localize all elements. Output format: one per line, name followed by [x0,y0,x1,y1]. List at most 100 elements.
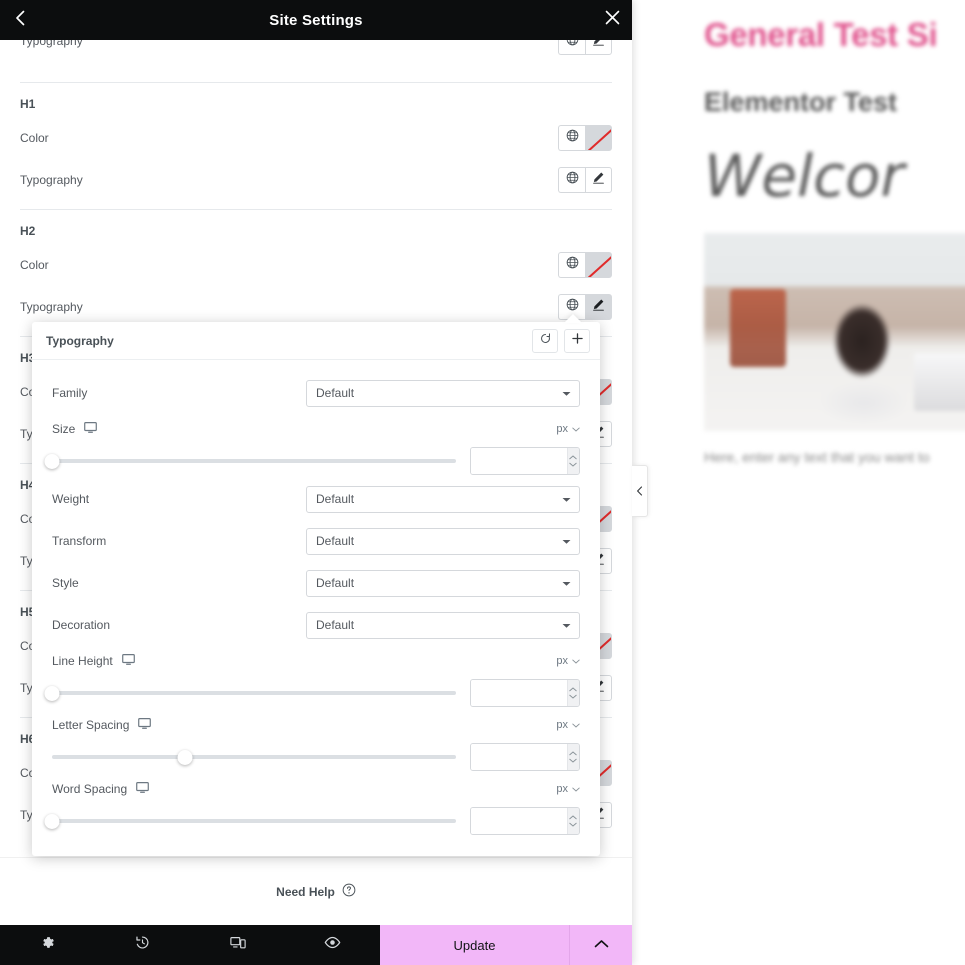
plus-icon [571,332,584,350]
field-letter-spacing-header: Letter Spacing px [52,710,580,740]
field-label-group: Size [52,422,98,436]
field-label-group: Word Spacing [52,782,150,796]
field-label: Family [52,386,88,400]
color-swatch-button[interactable] [585,125,612,151]
chevron-down-icon [572,655,580,667]
field-style: Style Default [52,562,580,604]
need-help[interactable]: Need Help [0,857,632,925]
preview-site-title: General Test Si [704,16,938,53]
word-spacing-slider[interactable] [44,812,456,830]
line-height-stepper[interactable] [566,680,579,706]
field-line-height-slider-row [44,676,580,710]
weight-value: Default [316,492,355,506]
chevron-down-icon [562,618,571,632]
desktop-icon[interactable] [84,422,98,436]
global-color-button[interactable] [558,252,585,278]
slider-thumb[interactable] [44,685,60,701]
size-slider[interactable] [44,452,456,470]
close-button[interactable] [592,0,632,40]
decoration-select[interactable]: Default [306,611,580,639]
chevron-down-icon [572,423,580,435]
slider-track [52,459,456,463]
transform-select[interactable]: Default [306,527,580,555]
field-label: Style [52,576,79,590]
desktop-icon[interactable] [136,782,150,796]
line-height-unit-label: px [556,655,568,667]
letter-spacing-unit-selector[interactable]: px [556,719,580,731]
field-label: Word Spacing [52,782,128,796]
size-stepper[interactable] [566,448,579,474]
update-options-button[interactable] [570,925,632,965]
row-label: Typography [20,300,83,314]
add-button[interactable] [564,328,590,353]
color-control-group [558,125,612,151]
size-unit-label: px [556,423,568,435]
field-word-spacing-slider-row [44,804,580,838]
chevron-down-icon [572,719,580,731]
letter-spacing-unit-label: px [556,719,568,731]
word-spacing-stepper[interactable] [566,808,579,834]
globe-icon [566,40,579,51]
family-value: Default [316,386,355,400]
line-height-unit-selector[interactable]: px [556,655,580,667]
slider-thumb[interactable] [44,813,60,829]
slider-thumb[interactable] [44,453,60,469]
preview-site-subtitle: Elementor Test [704,87,898,118]
back-button[interactable] [0,0,40,40]
slider-track [52,819,456,823]
close-icon [605,10,620,30]
edit-typography-button[interactable] [585,40,612,55]
popover-body: Family Default Size px Weight Default Tr… [32,360,600,856]
weight-select[interactable]: Default [306,485,580,513]
field-label: Weight [52,492,90,506]
site-preview[interactable]: General Test Si Elementor Test Welcor He… [632,0,965,965]
row-label: Typography [20,173,83,187]
color-control-group [558,252,612,278]
global-typography-button[interactable] [558,40,585,55]
line-height-slider[interactable] [44,684,456,702]
line-height-input[interactable] [471,680,567,706]
global-color-button[interactable] [558,125,585,151]
row-label: Typography [20,40,83,48]
field-label: Letter Spacing [52,718,130,732]
popover-header: Typography [32,322,600,360]
global-typography-button[interactable] [558,167,585,193]
letter-spacing-stepper[interactable] [566,744,579,770]
line-height-number-box [470,679,580,707]
typography-control-group [558,40,612,55]
size-input[interactable] [471,448,567,474]
edit-typography-button[interactable] [585,294,612,320]
transform-value: Default [316,534,355,548]
letter-spacing-slider[interactable] [52,748,456,766]
color-swatch-button[interactable] [585,252,612,278]
settings-button[interactable] [0,925,95,965]
word-spacing-number-box [470,807,580,835]
word-spacing-input[interactable] [471,808,567,834]
style-select[interactable]: Default [306,569,580,597]
size-unit-selector[interactable]: px [556,423,580,435]
letter-spacing-input[interactable] [471,744,567,770]
eye-icon [324,936,341,954]
pencil-icon [592,298,605,316]
panel-collapse-handle[interactable] [632,465,648,517]
preview-image [704,233,965,432]
update-button[interactable]: Update [380,925,570,965]
footer-tools [0,925,380,965]
responsive-mode-button[interactable] [190,925,285,965]
gear-icon [40,935,55,955]
desktop-icon[interactable] [138,718,152,732]
history-button[interactable] [95,925,190,965]
word-spacing-unit-selector[interactable]: px [556,783,580,795]
app-root: General Test Si Elementor Test Welcor He… [0,0,965,965]
preview-heading: Welcor [704,141,905,210]
edit-typography-button[interactable] [585,167,612,193]
preview-button[interactable] [285,925,380,965]
page-title: Site Settings [269,11,363,29]
update-label: Update [453,937,496,953]
size-number-box [470,447,580,475]
reset-button[interactable] [532,328,558,353]
family-select[interactable]: Default [306,379,580,407]
chevron-left-icon [636,486,643,496]
slider-thumb[interactable] [177,749,193,765]
desktop-icon[interactable] [121,654,135,668]
